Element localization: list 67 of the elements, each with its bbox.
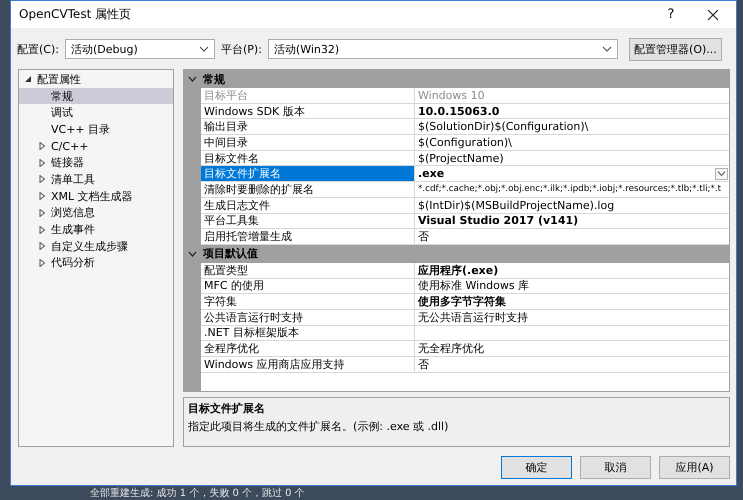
chevron-icon [602,46,612,52]
tree-item[interactable]: 清单工具 [19,171,173,188]
chevron-icon [717,171,726,176]
description-text: 指定此项目将生成的文件扩展名。(示例: .exe 或 .dll) [188,418,450,434]
tree-item[interactable]: 常规 [19,88,173,104]
property-name[interactable]: MFC 的使用 [201,278,415,294]
property-value: $(Configuration)\ [417,135,513,150]
property-name[interactable]: 目标文件名 [201,150,415,166]
chevron-down-icon[interactable] [188,76,196,82]
property-value: 10.0.15063.0 [417,104,500,118]
property-name[interactable]: .NET 目标框架版本 [201,326,415,340]
tree-item[interactable]: 浏览信息 [19,204,173,222]
category-header[interactable]: 项目默认值 [201,246,258,262]
tree-item[interactable]: VC++ 目录 [19,121,173,138]
property-value: $(IntDir)$(MSBuildProjectName).log [417,198,616,212]
dropdown-button[interactable] [715,168,728,180]
dialog-button[interactable]: 确定 [501,456,572,479]
property-name[interactable]: 配置类型 [201,262,415,278]
tree-item[interactable]: 生成事件 [19,221,173,238]
close-icon [707,8,719,20]
tree-item[interactable]: 自定义生成步骤 [19,238,173,255]
help-button[interactable]: ? [652,1,690,28]
property-value: Windows 10 [417,88,486,103]
property-name[interactable]: 字符集 [201,294,415,309]
property-value: 否 [417,357,430,372]
property-name[interactable]: 目标文件扩展名 [201,166,415,182]
property-value: 应用程序(.exe) [416,262,500,278]
property-name[interactable]: 全程序优化 [201,341,415,356]
tree-item[interactable]: 代码分析 [19,254,173,272]
category-header[interactable]: 常规 [201,72,225,86]
dialog-button[interactable]: 应用(A) [659,456,730,479]
dialog-button[interactable]: 取消 [580,456,651,479]
tree-item[interactable]: 调试 [19,104,173,122]
build-status-text: 全部重建生成: 成功 1 个，失败 0 个，跳过 0 个 [90,486,305,500]
property-name[interactable]: 公共语言运行时支持 [201,310,415,325]
property-value-dropdown[interactable]: .exe [415,166,729,182]
window-title: OpenCVTest 属性页 [19,6,132,23]
property-value: 使用多字节字符集 [416,294,507,309]
property-value: Visual Studio 2017 (v141) [417,214,580,228]
property-value: 无全程序优化 [417,341,485,356]
expanded-triangle-icon[interactable] [25,75,32,84]
tree-item[interactable]: 配置属性 [19,71,173,88]
property-name[interactable]: 生成日志文件 [201,198,415,212]
property-value: 否 [417,229,430,244]
platform-label: 平台(P): [220,42,262,56]
property-value: *.cdf;*.cache;*.obj;*.obj.enc;*.ilk;*.ipdb;*.iobj;*.resources;*.tlb;*.tli;*.t [417,183,722,196]
tree-item[interactable]: XML 文档生成器 [19,188,173,204]
property-value: 使用标准 Windows 库 [417,278,530,294]
property-name[interactable]: Windows 应用商店应用支持 [201,357,415,372]
property-name[interactable]: 清除时要删除的扩展名 [201,182,415,197]
property-name[interactable]: 启用托管增量生成 [201,229,415,244]
chevron-down-icon[interactable] [188,250,196,257]
platform-dropdown[interactable]: 活动(Win32) [268,39,618,59]
tree-item[interactable]: C/C++ [19,138,173,154]
property-value: 无公共语言运行时支持 [417,310,529,325]
configuration-label: 配置(C): [17,42,59,56]
property-name[interactable]: 中间目录 [201,135,415,150]
description-title: 目标文件扩展名 [188,400,266,416]
configuration-manager-button[interactable]: 配置管理器(O)... [628,38,722,60]
property-name[interactable]: Windows SDK 版本 [201,104,415,118]
property-name[interactable]: 输出目录 [201,119,415,134]
property-value: $(SolutionDir)$(Configuration)\ [417,119,590,134]
chevron-icon [198,46,209,52]
configuration-dropdown[interactable]: 活动(Debug) [64,39,215,59]
property-name[interactable]: 平台工具集 [201,214,415,228]
tree-item[interactable]: 链接器 [19,154,173,172]
property-value: $(ProjectName) [417,150,505,166]
